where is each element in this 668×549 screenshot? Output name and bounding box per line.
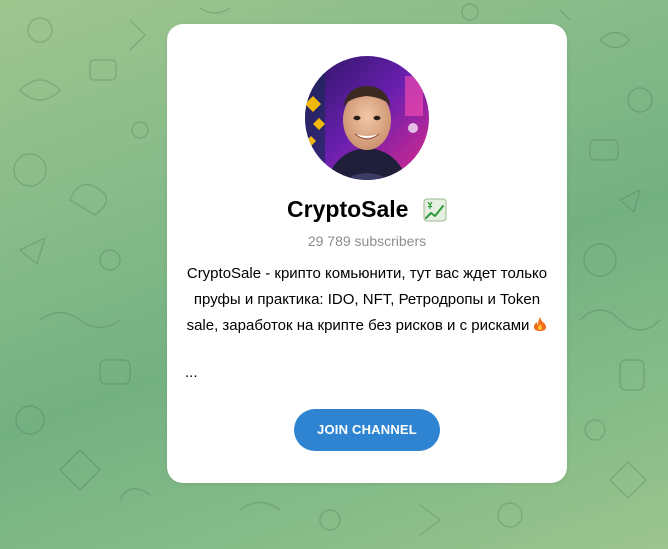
join-channel-button[interactable]: JOIN CHANNEL [294, 409, 440, 451]
fire-icon [534, 317, 547, 331]
description-ellipsis: ... [185, 364, 198, 381]
subscriber-count: 29 789 subscribers [307, 233, 427, 249]
channel-avatar [305, 56, 429, 180]
channel-description: CryptoSale - крипто комьюнити, тут вас ж… [181, 261, 553, 339]
channel-title-row: CryptoSale [167, 196, 567, 226]
channel-description-text: CryptoSale - крипто комьюнити, тут вас ж… [186, 265, 548, 334]
chart-increasing-yen-icon [423, 198, 447, 221]
channel-title: CryptoSale [287, 196, 409, 222]
channel-card: CryptoSale 29 789 subscribers CryptoSale… [167, 24, 567, 483]
